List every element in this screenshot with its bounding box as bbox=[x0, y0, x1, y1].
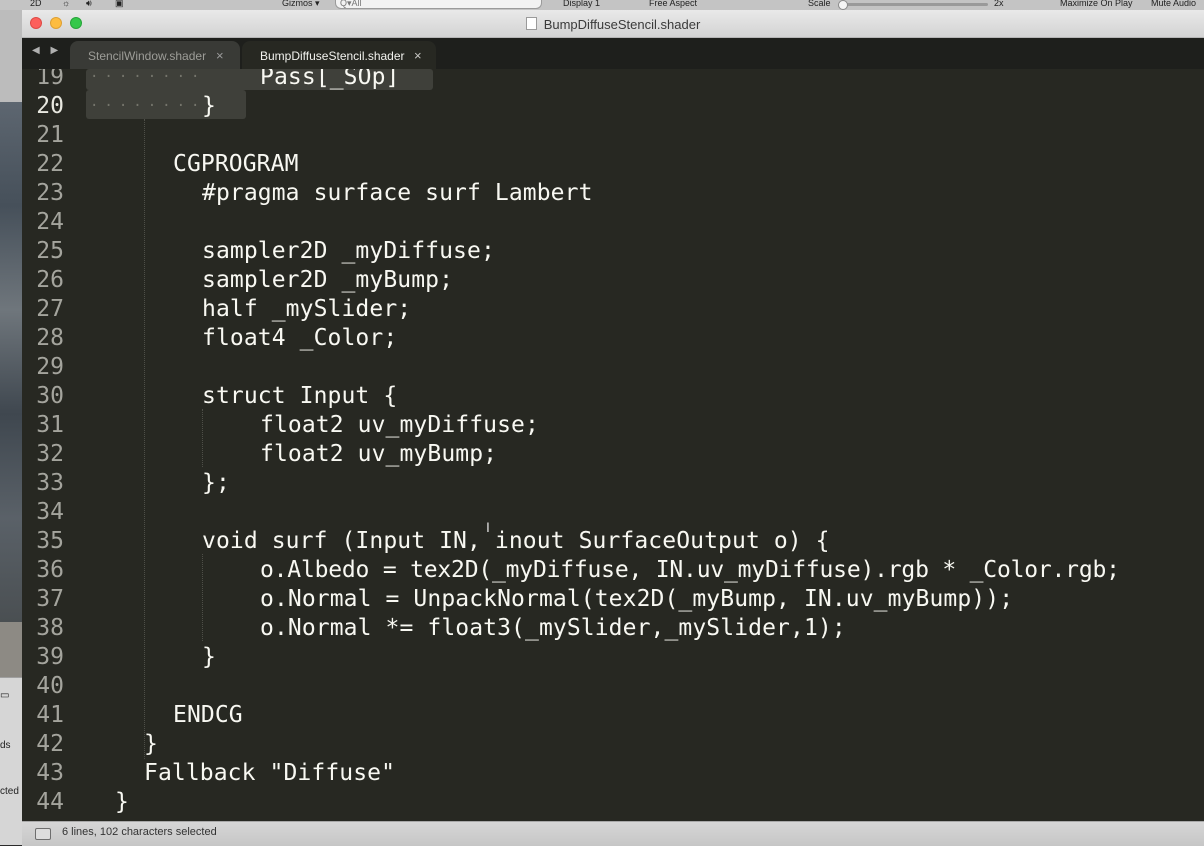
code-line: o.Normal = UnpackNormal(tex2D(_myBump, I… bbox=[260, 586, 1014, 612]
window-title-text: BumpDiffuseStencil.shader bbox=[543, 17, 701, 32]
line-number: 28 bbox=[36, 325, 64, 351]
panel-toggle-icon[interactable] bbox=[35, 828, 51, 840]
line-number: 38 bbox=[36, 615, 64, 641]
code-line: } bbox=[202, 93, 216, 119]
scale-value: 2x bbox=[994, 0, 1004, 8]
tab-stencil-window[interactable]: StencilWindow.shader × bbox=[70, 41, 240, 69]
line-number: 32 bbox=[36, 441, 64, 467]
line-number: 33 bbox=[36, 470, 64, 496]
selection-status: 6 lines, 102 characters selected bbox=[62, 826, 217, 838]
code-line: #pragma surface surf Lambert bbox=[202, 180, 593, 206]
project-panel: ▭ ds cted bbox=[0, 677, 22, 845]
line-number: 22 bbox=[36, 151, 64, 177]
line-number: 24 bbox=[36, 209, 64, 235]
whitespace-dots: ········ bbox=[90, 69, 206, 85]
code-line: sampler2D _myBump; bbox=[202, 267, 454, 293]
line-number-gutter: 19 20 21 22 23 24 25 26 27 28 29 30 31 3… bbox=[22, 69, 88, 821]
code-line: } bbox=[115, 789, 129, 815]
line-number: 31 bbox=[36, 412, 64, 438]
scene-rock-image bbox=[0, 102, 22, 622]
line-number: 19 bbox=[36, 69, 64, 90]
code-line: o.Albedo = tex2D(_myDiffuse, IN.uv_myDif… bbox=[260, 557, 1120, 583]
line-number: 30 bbox=[36, 383, 64, 409]
code-line: o.Normal *= float3(_mySlider,_mySlider,1… bbox=[260, 615, 846, 641]
panel-label-2: cted bbox=[0, 786, 19, 797]
line-number: 20 bbox=[36, 93, 64, 119]
mode-2d-toggle[interactable]: 2D bbox=[30, 0, 42, 9]
tab-label: BumpDiffuseStencil.shader bbox=[260, 49, 405, 63]
code-editor[interactable]: ········ ········ 19 20 21 22 23 24 25 2… bbox=[22, 69, 1204, 821]
whitespace-dots: ········ bbox=[90, 98, 206, 114]
text-cursor-icon: I bbox=[486, 519, 490, 535]
line-number: 36 bbox=[36, 557, 64, 583]
line-number: 40 bbox=[36, 673, 64, 699]
line-number: 37 bbox=[36, 586, 64, 612]
panel-label-1: ds bbox=[0, 740, 11, 751]
effects-icon[interactable]: ▣ bbox=[115, 0, 124, 9]
code-line: sampler2D _myDiffuse; bbox=[202, 238, 495, 264]
code-line: Pass[_SOp] bbox=[260, 69, 400, 90]
line-number: 23 bbox=[36, 180, 64, 206]
line-number: 35 bbox=[36, 528, 64, 554]
code-line: CGPROGRAM bbox=[173, 151, 299, 177]
unity-scene-view: ▭ ds cted bbox=[0, 10, 22, 845]
code-line: }; bbox=[202, 470, 230, 496]
scene-search-placeholder: Q▾All bbox=[340, 0, 362, 8]
tab-bar: ◀ ▶ StencilWindow.shader × BumpDiffuseSt… bbox=[22, 38, 1204, 69]
tab-close-icon[interactable]: × bbox=[216, 48, 224, 63]
audio-icon[interactable]: 🔊︎ bbox=[86, 0, 92, 9]
gizmos-dropdown[interactable]: Gizmos ▾ bbox=[282, 0, 320, 9]
scene-ground bbox=[0, 622, 22, 677]
scene-sky bbox=[0, 10, 22, 102]
line-number: 34 bbox=[36, 499, 64, 525]
line-number: 42 bbox=[36, 731, 64, 757]
scale-slider-knob[interactable] bbox=[838, 0, 848, 10]
document-icon bbox=[525, 17, 537, 30]
mute-audio-toggle[interactable]: Mute Audio bbox=[1151, 0, 1196, 9]
code-line: float2 uv_myBump; bbox=[260, 441, 498, 467]
scale-label: Scale bbox=[808, 0, 831, 8]
tab-label: StencilWindow.shader bbox=[88, 49, 207, 63]
indent-guide bbox=[202, 409, 203, 467]
code-line: } bbox=[144, 731, 158, 757]
indent-guide bbox=[144, 119, 145, 759]
status-bar: 6 lines, 102 characters selected bbox=[22, 821, 1204, 846]
tab-bump-diffuse-stencil[interactable]: BumpDiffuseStencil.shader × bbox=[242, 41, 436, 69]
line-number: 39 bbox=[36, 644, 64, 670]
line-number: 41 bbox=[36, 702, 64, 728]
display-dropdown[interactable]: Display 1 bbox=[563, 0, 600, 9]
line-number: 21 bbox=[36, 122, 64, 148]
line-number: 27 bbox=[36, 296, 64, 322]
scale-slider-track[interactable] bbox=[840, 3, 988, 6]
maximize-on-play-toggle[interactable]: Maximize On Play bbox=[1060, 0, 1133, 9]
code-line: Fallback "Diffuse" bbox=[144, 760, 396, 786]
window-title: BumpDiffuseStencil.shader bbox=[22, 17, 1204, 32]
code-line: float2 uv_myDiffuse; bbox=[260, 412, 539, 438]
code-line: ENDCG bbox=[173, 702, 243, 728]
code-line: half _mySlider; bbox=[202, 296, 412, 322]
line-number: 29 bbox=[36, 354, 64, 380]
line-number: 26 bbox=[36, 267, 64, 293]
code-line: float4 _Color; bbox=[202, 325, 398, 351]
tab-nav-arrows-icon[interactable]: ◀ ▶ bbox=[32, 45, 62, 56]
line-number: 43 bbox=[36, 760, 64, 786]
code-line: struct Input { bbox=[202, 383, 398, 409]
aspect-dropdown[interactable]: Free Aspect bbox=[649, 0, 697, 9]
tab-close-icon[interactable]: × bbox=[414, 48, 422, 63]
code-line: } bbox=[202, 644, 216, 670]
lighting-icon[interactable]: ☼ bbox=[62, 0, 70, 9]
scene-search-input[interactable] bbox=[335, 0, 542, 9]
title-bar[interactable]: BumpDiffuseStencil.shader bbox=[22, 10, 1204, 38]
line-number: 25 bbox=[36, 238, 64, 264]
indent-guide bbox=[202, 554, 203, 641]
editor-window: BumpDiffuseStencil.shader ◀ ▶ StencilWin… bbox=[22, 10, 1204, 846]
line-number: 44 bbox=[36, 789, 64, 815]
folder-icon[interactable]: ▭ bbox=[0, 690, 9, 701]
code-line: void surf (Input IN, inout SurfaceOutput… bbox=[202, 528, 830, 554]
